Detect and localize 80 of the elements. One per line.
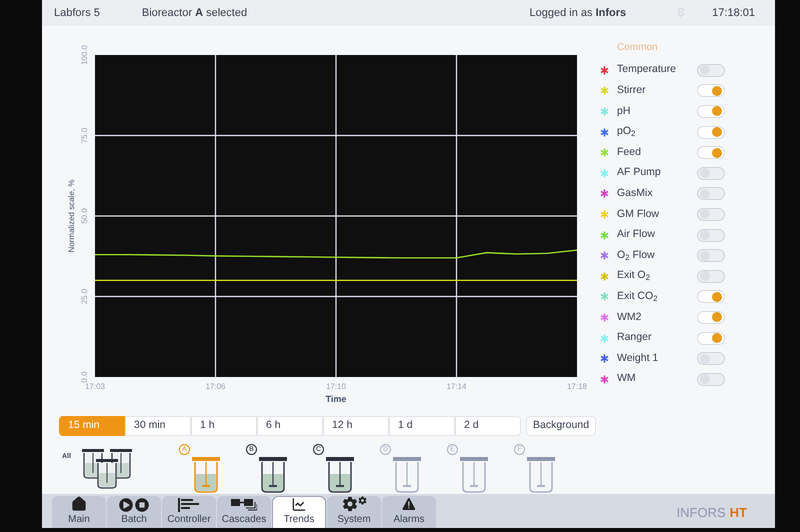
series-label: AF Pump — [617, 165, 662, 180]
toggle-switch[interactable] — [697, 270, 725, 283]
x-tick-label: 17:14 — [446, 382, 467, 391]
toggle-switch[interactable] — [697, 352, 725, 366]
series-label: pH — [617, 104, 632, 119]
logo-text: INFORS — [676, 504, 726, 522]
toggle-switch[interactable] — [697, 332, 725, 345]
toggle-switch[interactable] — [697, 166, 725, 180]
vessel-icon — [258, 456, 288, 494]
gears-icon — [342, 496, 366, 512]
series-label: Feed — [617, 144, 642, 160]
y-tick-label: 0.0 — [80, 371, 89, 383]
toggle-switch[interactable] — [697, 228, 725, 242]
nav-tab[interactable]: Batch — [107, 496, 161, 528]
toggle-switch[interactable] — [697, 290, 725, 304]
vessels-icon — [80, 448, 133, 490]
series-label: WM — [617, 371, 637, 386]
toggle-switch[interactable] — [697, 104, 725, 118]
y-tick-label: 75.0 — [80, 128, 89, 144]
vessel-icon — [324, 456, 354, 494]
nav-tab[interactable]: Controller — [162, 496, 216, 528]
range-tab[interactable]: 6 h — [257, 416, 323, 436]
series-label: Temperature — [617, 62, 677, 78]
series-label: O$_{2}$ Flow — [617, 248, 656, 264]
vessel-icon — [190, 456, 220, 494]
toggle-switch[interactable] — [697, 249, 725, 262]
toggle-switch[interactable] — [697, 64, 725, 77]
toggle-switch[interactable] — [697, 310, 725, 324]
nav-tab[interactable]: Trends — [272, 496, 326, 528]
selection-status: Bioreactor A selected — [142, 6, 248, 21]
play-stop-icon — [119, 498, 149, 512]
y-axis-title: Normalized scale, % — [67, 180, 76, 252]
series-label: Ranger — [617, 330, 652, 346]
toggle-switch[interactable] — [697, 84, 725, 98]
warning-icon — [400, 496, 418, 512]
series-label: Air Flow — [617, 227, 656, 242]
clock: 17:18:01 — [712, 6, 755, 21]
background-button[interactable]: Background — [526, 416, 596, 436]
range-tab[interactable]: 1 h — [191, 416, 257, 436]
nav-tab[interactable]: Alarms — [382, 496, 436, 528]
y-tick-label: 25.0 — [80, 288, 89, 304]
toggle-switch[interactable] — [697, 208, 725, 221]
user-status: Logged in as Infors — [530, 6, 626, 21]
line-chart-icon — [290, 497, 308, 512]
range-tab[interactable]: 2 d — [455, 416, 521, 436]
x-tick-label: 17:06 — [205, 382, 226, 391]
y-tick-label: 100.0 — [80, 44, 89, 66]
pin-icon — [676, 8, 686, 18]
vessel-icon — [392, 456, 422, 494]
range-tab[interactable]: 1 d — [389, 416, 455, 436]
x-axis-title: Time — [326, 394, 346, 404]
toggle-switch[interactable] — [697, 126, 725, 139]
nav-tab[interactable]: Main — [52, 496, 106, 528]
toggle-switch[interactable] — [697, 372, 725, 386]
series-label: WM2 — [617, 310, 642, 325]
home-icon — [71, 496, 87, 512]
y-tick-label: 50.0 — [80, 208, 89, 224]
bars-icon — [178, 498, 200, 512]
series-label: pO$_{2}$ — [617, 124, 636, 140]
nav-tab[interactable]: Cascades — [217, 496, 271, 528]
series-label: GasMix — [617, 186, 654, 201]
toggle-switch[interactable] — [697, 146, 725, 160]
series-label: Weight 1 — [617, 350, 660, 366]
logo-mark: HT — [730, 504, 747, 522]
range-tab[interactable]: 12 h — [323, 416, 389, 436]
x-tick-label: 17:03 — [84, 382, 106, 391]
series-label: Exit CO$_{2}$ — [617, 288, 659, 305]
x-tick-label: 17:18 — [566, 382, 588, 391]
vessel-icon — [526, 456, 556, 494]
series-label: GM Flow — [617, 206, 660, 222]
toggle-switch[interactable] — [697, 187, 725, 200]
device-name: Labfors 5 — [54, 6, 100, 21]
x-tick-label: 17:10 — [326, 382, 346, 391]
vessel-icon — [458, 456, 488, 494]
nav-tab[interactable]: System — [327, 496, 381, 528]
cascade-icon — [231, 498, 257, 512]
legend-title: Common — [617, 41, 659, 55]
series-label: Exit O$_{2}$ — [617, 268, 651, 284]
range-tab[interactable]: 30 min — [125, 416, 191, 436]
series-label: Stirrer — [617, 83, 647, 98]
